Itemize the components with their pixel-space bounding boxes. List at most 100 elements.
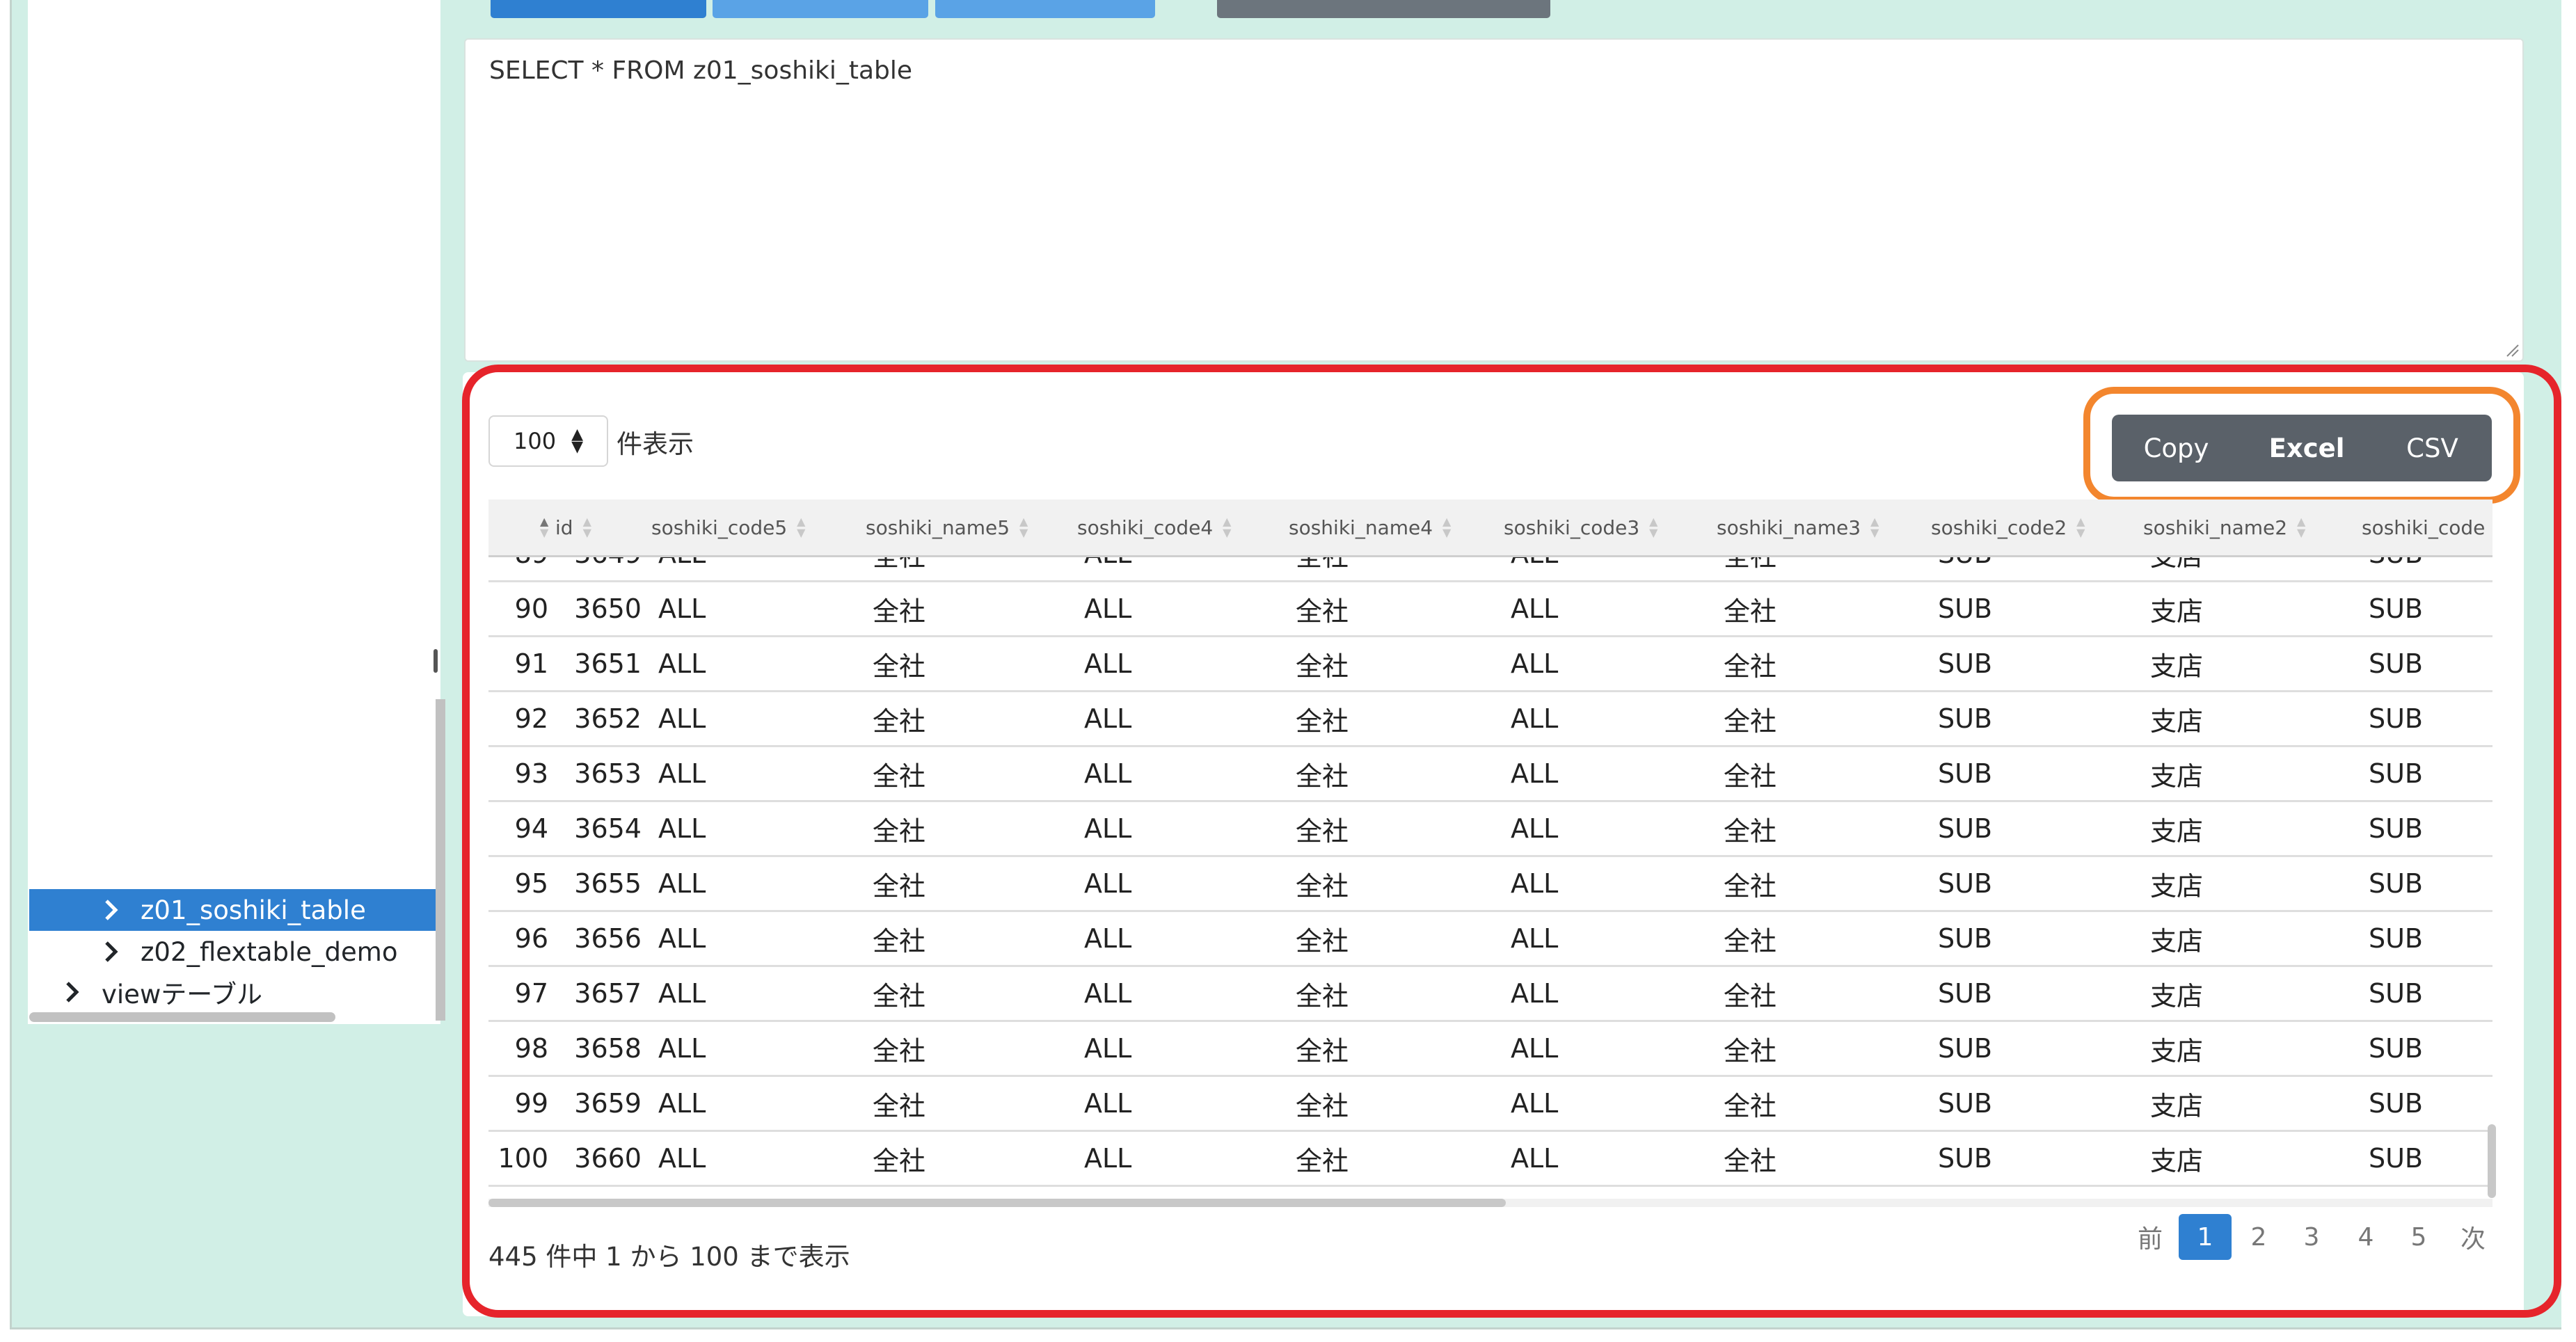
column-header-label: soshiki_name2 — [2143, 516, 2288, 539]
sort-icon: ▲ ▼ — [1442, 515, 1452, 539]
table-cell: SUB — [2369, 923, 2424, 954]
toolbar-button-4[interactable] — [1217, 0, 1550, 18]
toolbar-button-2[interactable] — [713, 0, 928, 18]
excel-button[interactable]: Excel — [2241, 415, 2373, 481]
column-header[interactable]: id ▲ ▼ — [555, 500, 591, 555]
sidebar-horizontal-scrollbar[interactable] — [29, 1012, 335, 1022]
page-length-label: 件表示 — [617, 429, 694, 459]
table-row[interactable]: 93 3653 ALL 全社 ALL 全社 ALL 全社 SUB 支店 SUB — [488, 747, 2492, 802]
copy-button[interactable]: Copy — [2112, 415, 2241, 481]
table-cell: 全社 — [873, 760, 926, 792]
pagination-page-2[interactable]: 2 — [2236, 1214, 2282, 1260]
table-row[interactable]: 99 3659 ALL 全社 ALL 全社 ALL 全社 SUB 支店 SUB — [488, 1077, 2492, 1132]
table-cell: SUB — [2369, 868, 2424, 899]
chevron-right-icon[interactable] — [97, 938, 125, 966]
table-cell: 3651 — [574, 648, 642, 679]
table-cell: 全社 — [1724, 705, 1777, 737]
table-horizontal-scrollbar[interactable] — [488, 1199, 1506, 1207]
chevron-right-icon[interactable] — [58, 978, 86, 1006]
table-cell: 全社 — [1296, 705, 1349, 737]
table-cell: ALL — [1084, 978, 1132, 1009]
table-row[interactable]: 94 3654 ALL 全社 ALL 全社 ALL 全社 SUB 支店 SUB — [488, 802, 2492, 857]
pagination-prev[interactable]: 前 — [2133, 1214, 2168, 1260]
table-row[interactable]: 91 3651 ALL 全社 ALL 全社 ALL 全社 SUB 支店 SUB — [488, 637, 2492, 692]
table-cell: SUB — [2369, 978, 2424, 1009]
table-cell: 3660 — [574, 1143, 642, 1174]
pagination-next[interactable]: 次 — [2452, 1214, 2494, 1260]
table-cell: 全社 — [1724, 980, 1777, 1012]
column-header[interactable]: soshiki_name3 ▲ ▼ — [1717, 500, 1879, 555]
table-cell: 全社 — [873, 650, 926, 682]
table-cell: ALL — [658, 593, 706, 624]
column-header[interactable]: soshiki_name4 ▲ ▼ — [1289, 500, 1451, 555]
column-header-label: id — [555, 516, 573, 539]
table-cell: 3656 — [574, 923, 642, 954]
table-row[interactable]: 95 3655 ALL 全社 ALL 全社 ALL 全社 SUB 支店 SUB — [488, 857, 2492, 912]
column-header[interactable]: soshiki_code3 ▲ ▼ — [1504, 500, 1657, 555]
table-cell: ALL — [1511, 593, 1559, 624]
column-header[interactable]: soshiki_name2 ▲ ▼ — [2143, 500, 2305, 555]
sort-icon: ▲ ▼ — [2076, 515, 2085, 539]
table-cell: 3650 — [574, 593, 642, 624]
toolbar-button-3[interactable] — [935, 0, 1155, 18]
table-cell: ALL — [658, 813, 706, 844]
table-cell: 3655 — [574, 868, 642, 899]
table-cell: SUB — [1938, 813, 1993, 844]
column-header-label: soshiki_code5 — [651, 516, 788, 539]
table-cell: 支店 — [2150, 980, 2204, 1012]
table-cell: ALL — [658, 703, 706, 734]
table-cell: 全社 — [1296, 650, 1349, 682]
sidebar-resize-handle[interactable] — [434, 649, 438, 673]
table-cell: 全社 — [1724, 596, 1777, 627]
table-row[interactable]: 97 3657 ALL 全社 ALL 全社 ALL 全社 SUB 支店 SUB — [488, 967, 2492, 1022]
tree-item-z01-soshiki-table[interactable]: z01_soshiki_table — [29, 889, 440, 931]
table-cell: 3652 — [574, 703, 642, 734]
table-cell: 全社 — [873, 870, 926, 902]
column-header-label: soshiki_name3 — [1717, 516, 1861, 539]
column-header[interactable]: soshiki_code▲▼ — [2362, 500, 2492, 555]
sql-editor[interactable]: SELECT * FROM z01_soshiki_table — [464, 38, 2524, 362]
table-row[interactable]: 90 3650 ALL 全社 ALL 全社 ALL 全社 SUB 支店 SUB — [488, 582, 2492, 637]
table-cell: 全社 — [1296, 815, 1349, 847]
column-header-label: soshiki_code4 — [1077, 516, 1214, 539]
pagination-page-5[interactable]: 5 — [2396, 1214, 2442, 1260]
table-cell: 全社 — [873, 596, 926, 627]
page-length-select[interactable]: 100 ▲ ▼ — [488, 415, 608, 467]
column-header-label: soshiki_name4 — [1289, 516, 1433, 539]
table-cell: ALL — [1511, 1143, 1559, 1174]
pagination-page-1[interactable]: 1 — [2179, 1214, 2232, 1260]
table-vertical-scrollbar[interactable] — [2488, 1124, 2496, 1198]
pagination-page-4[interactable]: 4 — [2343, 1214, 2389, 1260]
table-cell: ALL — [1511, 813, 1559, 844]
table-cell: ALL — [658, 1033, 706, 1064]
table-cell: 全社 — [1724, 870, 1777, 902]
table-cell: ALL — [1511, 868, 1559, 899]
table-cell: SUB — [2369, 593, 2424, 624]
table-cell: SUB — [1938, 978, 1993, 1009]
column-header[interactable]: ▲ ▼ — [530, 500, 548, 555]
tree-item-z02-flextable-demo[interactable]: z02_flextable_demo — [29, 931, 440, 973]
toolbar-button-1[interactable] — [491, 0, 706, 18]
table-row[interactable]: 98 3658 ALL 全社 ALL 全社 ALL 全社 SUB 支店 SUB — [488, 1022, 2492, 1077]
sidebar-vertical-scrollbar[interactable] — [436, 699, 445, 1021]
resize-grip-icon[interactable] — [2504, 342, 2520, 358]
column-header[interactable]: soshiki_name5 ▲ ▼ — [866, 500, 1028, 555]
csv-button[interactable]: CSV — [2373, 415, 2492, 481]
column-header[interactable]: soshiki_code2 ▲ ▼ — [1931, 500, 2085, 555]
tree-item-label: z02_flextable_demo — [141, 936, 398, 967]
column-header[interactable]: soshiki_code5 ▲ ▼ — [651, 500, 805, 555]
table-row[interactable]: 100 3660 ALL 全社 ALL 全社 ALL 全社 SUB 支店 SUB — [488, 1132, 2492, 1187]
chevron-right-icon[interactable] — [97, 896, 125, 924]
table-cell: ALL — [658, 978, 706, 1009]
table-row[interactable]: 92 3652 ALL 全社 ALL 全社 ALL 全社 SUB 支店 SUB — [488, 692, 2492, 747]
table-cell: 全社 — [873, 1145, 926, 1176]
table-cell: ALL — [1084, 923, 1132, 954]
table-cell: 全社 — [873, 980, 926, 1012]
table-row[interactable]: 96 3656 ALL 全社 ALL 全社 ALL 全社 SUB 支店 SUB — [488, 912, 2492, 967]
table-cell: 支店 — [2150, 1035, 2204, 1067]
table-cell: 全社 — [1296, 760, 1349, 792]
table-cell: 支店 — [2150, 705, 2204, 737]
tree-item-view-tables[interactable]: viewテーブル — [29, 971, 440, 1013]
pagination-page-3[interactable]: 3 — [2289, 1214, 2335, 1260]
column-header[interactable]: soshiki_code4 ▲ ▼ — [1077, 500, 1231, 555]
